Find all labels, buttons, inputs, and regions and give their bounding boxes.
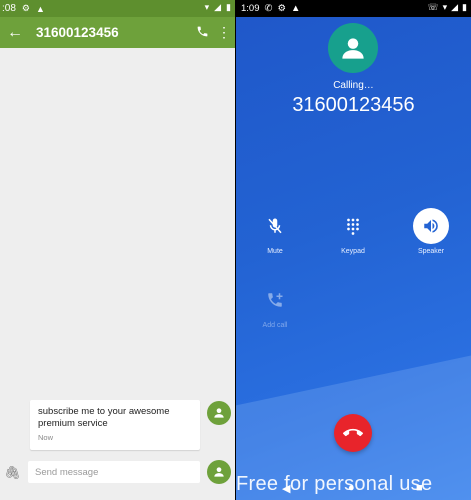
mute-label: Mute (267, 248, 283, 255)
message-text: subscribe me to your awesome premium ser… (38, 406, 170, 429)
dialer-app: 1:09 ✆ ⚙ ▲ ☏ ▾ ◢ ▮ Calling… 31600123456 … (236, 0, 471, 500)
message-time: Now (38, 433, 54, 442)
call-status: Calling… (333, 80, 374, 91)
warning-icon: ▲ (291, 3, 301, 14)
status-bar: 1:09 ✆ ⚙ ▲ ☏ ▾ ◢ ▮ (236, 0, 471, 17)
contact-avatar-icon (328, 23, 378, 73)
sender-avatar-icon[interactable] (207, 460, 231, 484)
add-call-icon (268, 293, 283, 307)
contact-avatar-icon[interactable] (207, 401, 231, 425)
signal-icon: ◢ (451, 2, 459, 12)
phone-call-icon[interactable] (191, 25, 213, 41)
gear-icon: ⚙ (21, 3, 30, 13)
mic-off-icon (268, 218, 282, 234)
speaker-icon (424, 219, 438, 233)
wifi-icon: ▾ (442, 2, 448, 12)
signal-icon: ◢ (214, 2, 222, 12)
message-bubble[interactable]: subscribe me to your awesome premium ser… (30, 400, 200, 450)
back-arrow-icon[interactable]: ← (2, 24, 28, 42)
conversation-toolbar: ← 31600123456 ⋮ (0, 17, 235, 48)
wifi-call-icon: ☏ (427, 2, 439, 12)
more-options-icon[interactable]: ⋮ (213, 24, 235, 41)
add-call-label: Add call (262, 322, 288, 329)
dialpad-icon (347, 218, 359, 235)
add-call-button[interactable]: Add call (245, 282, 305, 329)
conversation-title: 31600123456 (36, 25, 119, 40)
end-call-button[interactable] (334, 414, 372, 452)
mute-button[interactable]: Mute (245, 208, 305, 255)
messaging-app: :08 ⚙ ▲ ▾ ◢ ▮ ← 31600123456 ⋮ subscribe … (0, 0, 235, 500)
watermark-text: Free for personal use (236, 473, 433, 495)
status-bar: :08 ⚙ ▲ ▾ ◢ ▮ (0, 0, 235, 17)
battery-icon: ▮ (462, 2, 467, 12)
hang-up-icon (343, 428, 363, 437)
battery-icon: ▮ (226, 2, 231, 12)
message-input[interactable] (28, 461, 200, 483)
attachment-icon[interactable]: 🖇 (4, 465, 21, 481)
keypad-label: Keypad (341, 248, 365, 255)
warning-icon: ▲ (35, 3, 45, 14)
status-time: 1:09 (241, 3, 260, 14)
wifi-icon: ▾ (204, 2, 210, 12)
speaker-label: Speaker (417, 248, 445, 255)
call-status-icon: ✆ (264, 3, 273, 14)
status-time: :08 (2, 3, 16, 14)
gear-icon: ⚙ (277, 3, 286, 14)
call-number: 31600123456 (292, 94, 415, 116)
keypad-button[interactable]: Keypad (323, 208, 383, 255)
speaker-button[interactable]: Speaker (401, 208, 461, 255)
compose-bar: 🖇 (0, 458, 235, 486)
